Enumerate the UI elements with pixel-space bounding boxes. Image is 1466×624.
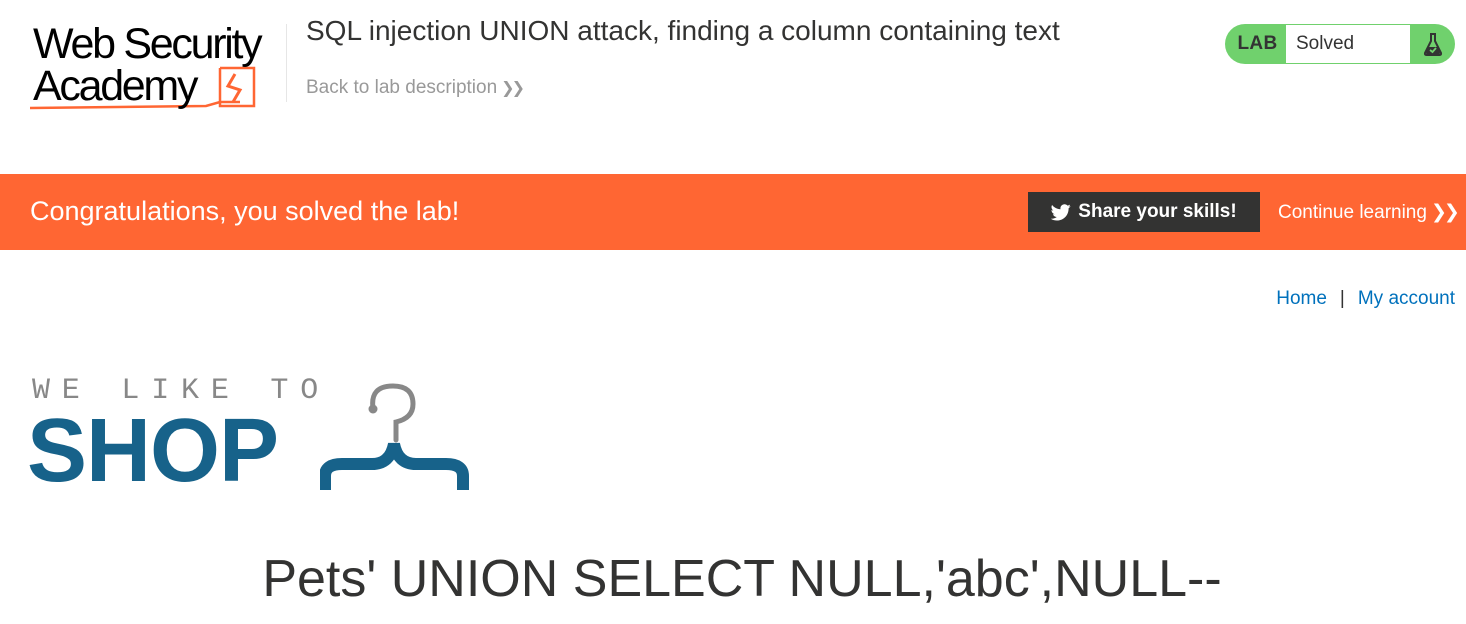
continue-link-label: Continue learning	[1278, 201, 1427, 223]
twitter-icon	[1051, 203, 1071, 220]
header-divider	[286, 24, 287, 102]
we-like-to-shop-logo[interactable]: WE LIKE TO SHOP	[27, 372, 470, 501]
double-chevron-right-icon: ❯❯	[1430, 202, 1460, 223]
continue-learning-link[interactable]: Continue learning ❯❯	[1278, 201, 1460, 224]
lab-tag: LAB	[1237, 33, 1278, 54]
nav-my-account-link[interactable]: My account	[1358, 288, 1455, 310]
share-button-label: Share your skills!	[1078, 201, 1237, 222]
flask-icon	[1410, 32, 1455, 56]
lab-status-widget: LAB Solved	[1225, 24, 1455, 64]
lab-header: Web Security Academy SQL injection UNION…	[0, 0, 1466, 174]
logo-text-line1: Web Security	[33, 20, 263, 68]
category-heading: Pets' UNION SELECT NULL,'abc',NULL--	[262, 550, 1222, 608]
lab-title: SQL injection UNION attack, finding a co…	[306, 15, 1060, 46]
hanger-icon	[320, 383, 469, 490]
nav-home-link[interactable]: Home	[1276, 288, 1327, 310]
nav-separator: |	[1339, 288, 1345, 309]
top-nav: Home | My account	[1276, 288, 1455, 310]
share-your-skills-button[interactable]: Share your skills!	[1028, 192, 1260, 232]
web-security-academy-logo[interactable]: Web Security Academy	[30, 20, 282, 112]
back-link-label: Back to lab description	[306, 77, 498, 98]
logo-text-line2: Academy	[33, 62, 198, 110]
solved-banner: Congratulations, you solved the lab! Sha…	[0, 174, 1466, 250]
double-chevron-right-icon: ❯❯	[501, 80, 525, 97]
lab-status-text: Solved	[1286, 25, 1410, 63]
shop-name: SHOP	[27, 401, 279, 501]
congratulations-message: Congratulations, you solved the lab!	[30, 196, 460, 226]
back-to-lab-description-link[interactable]: Back to lab description ❯❯	[306, 77, 525, 99]
